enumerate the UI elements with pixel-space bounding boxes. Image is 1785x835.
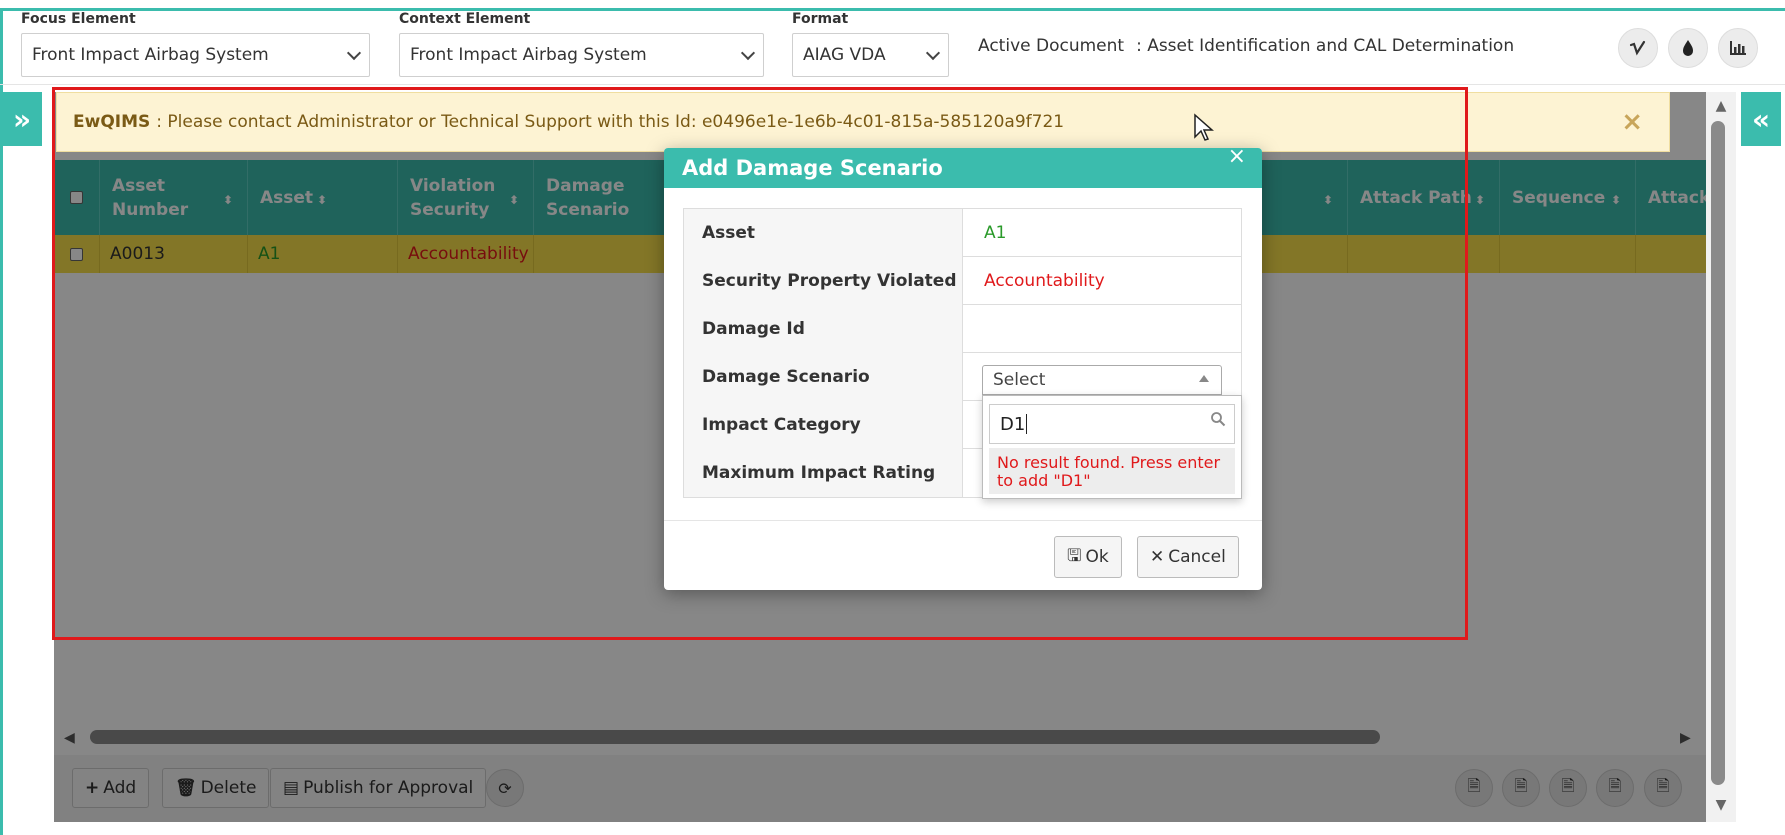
add-damage-scenario-dialog: Add Damage Scenario × Asset A1 Security … — [664, 144, 1262, 590]
top-accent-line — [0, 8, 1785, 11]
alert-brand: EwQIMS — [73, 112, 151, 132]
scroll-up-icon[interactable]: ▲ — [1711, 98, 1731, 114]
dropdown-search-input[interactable]: D1 — [989, 404, 1235, 444]
damage-scenario-select[interactable]: Select — [982, 365, 1222, 395]
form-row-damage-id: Damage Id — [684, 305, 1241, 353]
save-icon: 🖫 — [1067, 545, 1082, 566]
header-divider — [0, 84, 1785, 85]
form-row-security-property: Security Property Violated Accountabilit… — [684, 257, 1241, 305]
search-icon — [1211, 412, 1226, 427]
format-label: Format — [792, 11, 849, 27]
focus-element-label: Focus Element — [21, 11, 136, 27]
focus-element-select[interactable]: Front Impact Airbag System — [21, 33, 370, 77]
mouse-pointer-icon — [1194, 113, 1214, 141]
ok-button-label: Ok — [1085, 547, 1109, 567]
expand-left-panel-button[interactable]: » — [2, 92, 42, 146]
dialog-title: Add Damage Scenario — [682, 156, 943, 180]
error-alert: EwQIMS : Please contact Administrator or… — [56, 92, 1670, 152]
field-label: Maximum Impact Rating — [684, 449, 963, 497]
damage-id-field[interactable] — [964, 305, 1242, 353]
chevron-down-icon — [346, 45, 362, 60]
dialog-footer-divider — [664, 520, 1262, 521]
vertical-scroll-thumb[interactable] — [1711, 121, 1725, 785]
vimeo-icon[interactable] — [1618, 28, 1658, 68]
format-select[interactable]: AIAG VDA — [792, 33, 949, 77]
focus-element-value: Front Impact Airbag System — [32, 45, 269, 65]
close-icon: ✕ — [1150, 547, 1165, 567]
context-element-select[interactable]: Front Impact Airbag System — [399, 33, 764, 77]
field-label: Damage Scenario — [684, 353, 963, 401]
app-root: Focus Element Front Impact Airbag System… — [0, 0, 1785, 835]
ok-button[interactable]: 🖫 Ok — [1054, 536, 1122, 578]
security-property-value: Accountability — [984, 271, 1105, 291]
dropdown-search-value: D1 — [1000, 413, 1026, 435]
active-document-value: : Asset Identification and CAL Determina… — [1136, 36, 1515, 56]
chevron-down-icon — [740, 45, 756, 60]
drop-icon[interactable] — [1668, 28, 1708, 68]
caret-up-icon — [1199, 375, 1209, 382]
close-icon[interactable]: × — [1228, 144, 1246, 169]
scroll-down-icon[interactable]: ▼ — [1711, 797, 1731, 813]
damage-scenario-select-value: Select — [993, 370, 1046, 390]
double-chevron-left-icon: « — [1751, 102, 1771, 136]
expand-right-panel-button[interactable]: « — [1741, 92, 1781, 146]
field-label: Impact Category — [684, 401, 963, 449]
double-chevron-right-icon: » — [12, 102, 32, 136]
context-element-value: Front Impact Airbag System — [410, 45, 647, 65]
field-label: Asset — [684, 209, 963, 257]
active-document: Active Document : Asset Identification an… — [978, 36, 1514, 56]
asset-value: A1 — [984, 223, 1007, 243]
format-value: AIAG VDA — [803, 45, 886, 65]
form-row-asset: Asset A1 — [684, 209, 1241, 257]
damage-scenario-dropdown: D1 No result found. Press enter to add "… — [982, 395, 1242, 499]
context-element-label: Context Element — [399, 11, 531, 27]
alert-message: : Please contact Administrator or Techni… — [156, 112, 1065, 132]
cancel-button[interactable]: ✕ Cancel — [1137, 536, 1239, 578]
chevron-down-icon — [925, 45, 941, 60]
no-result-message[interactable]: No result found. Press enter to add "D1" — [989, 448, 1235, 494]
cancel-button-label: Cancel — [1168, 547, 1226, 567]
field-label: Security Property Violated — [684, 257, 963, 305]
dialog-header: Add Damage Scenario — [664, 148, 1262, 188]
field-label: Damage Id — [684, 305, 963, 353]
text-cursor — [1026, 414, 1028, 434]
close-icon[interactable]: × — [1621, 107, 1643, 137]
active-document-label: Active Document — [978, 36, 1125, 56]
bar-chart-icon[interactable] — [1718, 28, 1758, 68]
